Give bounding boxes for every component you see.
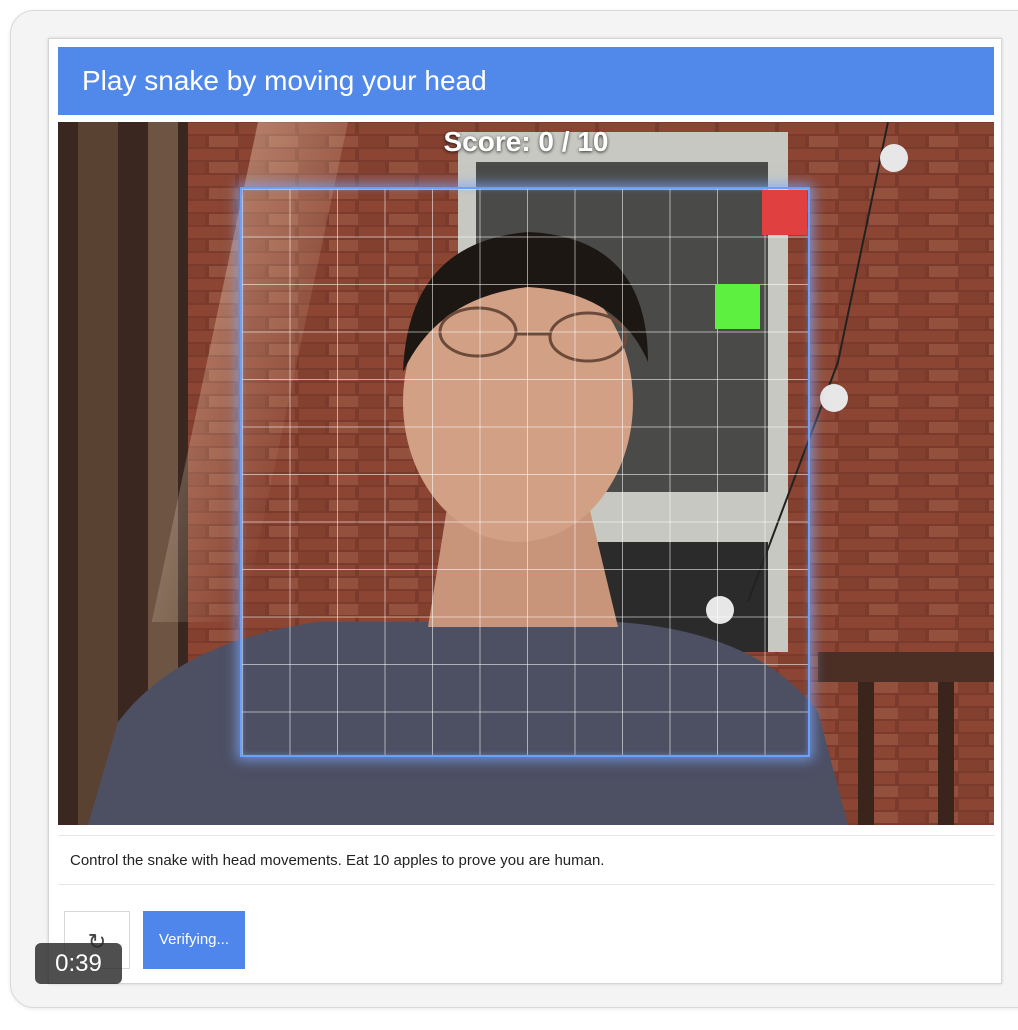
score-display: Score: 0 / 10 xyxy=(443,126,609,157)
verify-button[interactable]: Verifying... xyxy=(143,911,245,969)
captcha-widget: Play snake by moving your head Score: 0 … xyxy=(48,38,1002,984)
widget-title: Play snake by moving your head xyxy=(58,47,994,115)
snake-head-cell xyxy=(714,284,760,330)
video-timestamp: 0:39 xyxy=(35,943,122,984)
webcam-feed: Score: 0 / 10 xyxy=(58,122,994,825)
widget-footer: ↻ Verifying... xyxy=(58,897,994,977)
game-grid xyxy=(240,187,810,757)
instructions-text: Control the snake with head movements. E… xyxy=(58,835,994,885)
apple-cell xyxy=(761,190,807,236)
